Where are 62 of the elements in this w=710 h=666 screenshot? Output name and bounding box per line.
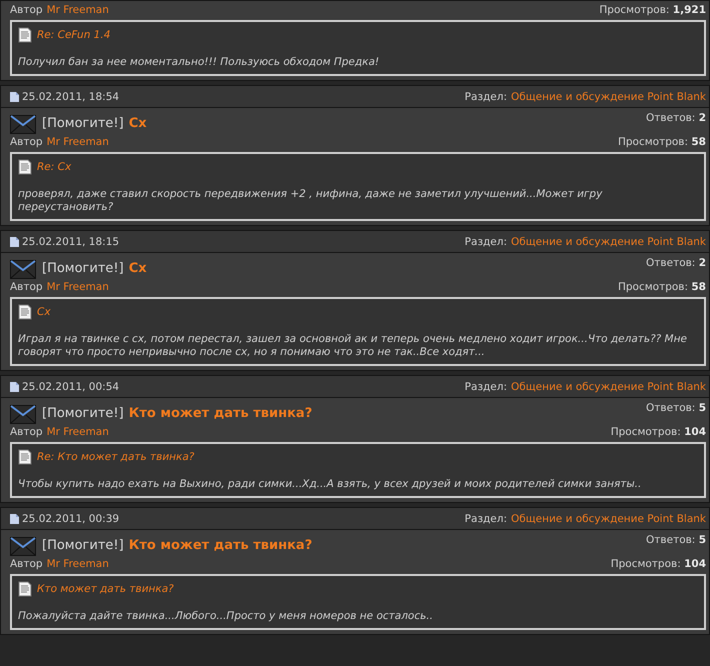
quote-title[interactable]: Cx [37, 306, 51, 318]
thread-title[interactable]: Кто может дать твинка? [128, 538, 312, 552]
document-icon [18, 448, 32, 464]
replies-count: Ответов: 5 [646, 534, 706, 546]
section-label: Раздел: [464, 90, 507, 102]
views-count: Просмотров: 58 [618, 281, 706, 293]
post-date: 25.02.2011, 00:39 [22, 512, 120, 524]
section-link[interactable]: Общение и обсуждение Point Blank [511, 380, 706, 392]
envelope-icon [10, 115, 36, 134]
post-date: 25.02.2011, 00:54 [22, 380, 120, 392]
thread-prefix: [Помогите!] [42, 538, 124, 552]
document-icon [18, 304, 32, 320]
quote-text: Играл я на твинке с сх, потом перестал, зашел за основной ак и теперь очень медлено ходит игрок...Что делать?? Мне говорят что просто непривычно после сх, но я понимаю что это не так..Все ходят... [18, 333, 688, 359]
thread-title[interactable]: Cx [128, 260, 147, 276]
section-label: Раздел: [464, 512, 507, 524]
document-icon [10, 236, 19, 246]
thread-title[interactable]: Cx [128, 116, 147, 130]
quote-title[interactable]: Re: Cx [37, 160, 72, 172]
quote-text: Получил бан за нее моментально!!! Пользуюсь обходом Предка! [18, 56, 380, 69]
replies-count: Ответов: 5 [646, 402, 706, 414]
quote-text: Чтобы купить надо ехать на Выхино, ради симки...Хд...А взять, у всех друзей и моих родителей симки заняты.. [18, 478, 642, 491]
document-icon [18, 26, 32, 42]
thread-prefix: [Помогите!] [42, 116, 124, 130]
views-count: Просмотров: 104 [610, 426, 706, 438]
quote-title[interactable]: Re: Кто может дать твинка? [37, 450, 194, 462]
thread-title[interactable]: Кто может дать твинка? [128, 406, 312, 420]
views-count: Просмотров: 58 [618, 136, 706, 148]
envelope-icon [10, 260, 36, 279]
quote-text: проверял, даже ставил скорость передвижения +2 , нифина, даже не заметил улучшений...Может игру переустановить? [18, 188, 604, 214]
section-link[interactable]: Общение и обсуждение Point Blank [511, 90, 706, 102]
author-label: Автор [10, 281, 43, 293]
thread-prefix: [Помогите!] [42, 406, 124, 420]
views-count: Просмотров: 1,921 [599, 4, 706, 16]
quote-title[interactable]: Кто может дать твинка? [37, 582, 174, 594]
quote-title[interactable]: Re: CeFun 1.4 [37, 28, 110, 40]
envelope-icon [10, 537, 36, 556]
author-link[interactable]: Mr Freeman [46, 281, 109, 293]
section-link[interactable]: Общение и обсуждение Point Blank [511, 236, 706, 248]
replies-count: Ответов: 2 [646, 112, 706, 124]
author-label: Автор [10, 4, 43, 16]
author-link[interactable]: Mr Freeman [46, 558, 109, 570]
replies-count: Ответов: 2 [646, 257, 706, 269]
thread-prefix: [Помогите!] [42, 260, 124, 276]
author-label: Автор [10, 136, 43, 148]
document-icon [10, 514, 19, 524]
author-link[interactable]: Mr Freeman [46, 136, 109, 148]
document-icon [18, 158, 32, 174]
post-date: 25.02.2011, 18:54 [22, 90, 120, 102]
document-icon [10, 92, 19, 102]
post-date: 25.02.2011, 18:15 [22, 236, 120, 248]
quote-text: Пожалуйста дайте твинка...Любого...Просто у меня номеров не осталось.. [18, 610, 434, 623]
author-link[interactable]: Mr Freeman [46, 426, 109, 438]
section-link[interactable]: Общение и обсуждение Point Blank [511, 512, 706, 524]
author-label: Автор [10, 426, 43, 438]
author-label: Автор [10, 558, 43, 570]
envelope-icon [10, 405, 36, 424]
views-count: Просмотров: 104 [610, 558, 706, 570]
section-label: Раздел: [464, 380, 507, 392]
author-link[interactable]: Mr Freeman [46, 4, 109, 16]
document-icon [18, 580, 32, 596]
section-label: Раздел: [464, 236, 507, 248]
document-icon [10, 382, 19, 392]
